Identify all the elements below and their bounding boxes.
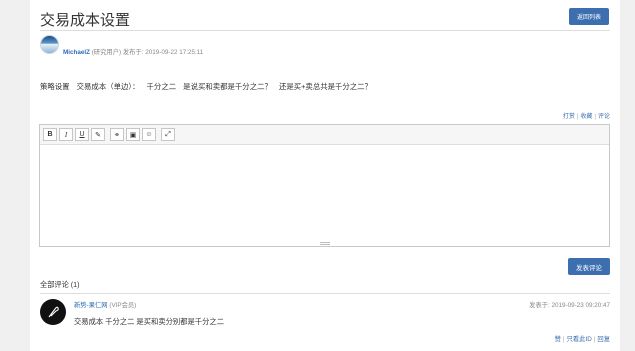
comment-content: 交易成本 千分之二 是买和卖分别都是千分之二 [74, 317, 224, 326]
reply-link[interactable]: 回复 [597, 336, 610, 343]
comment-link[interactable]: 评论 [598, 114, 610, 120]
editor-toolbar: B I U ✎ ⚭ ▣ ☺ ⤢ [40, 125, 609, 145]
fullscreen-icon[interactable]: ⤢ [161, 128, 175, 141]
post-meta: MichaelZ (研究用户) 发布于: 2019-09-22 17:25:11 [63, 47, 203, 56]
italic-icon[interactable]: I [59, 128, 73, 141]
post-body: 策略设置 交易成本（单边）： 千分之二 是说买和卖都是千分之二？ 还是买+卖总共… [40, 82, 372, 91]
submit-comment-button[interactable]: 发表评论 [568, 258, 610, 275]
commenter-role: (VIP会员) [109, 302, 137, 309]
comments-heading: 全部评论 (1) [40, 280, 80, 289]
author-avatar[interactable] [40, 35, 59, 54]
bold-icon[interactable]: B [43, 128, 57, 141]
back-to-list-button[interactable]: 返回列表 [569, 8, 609, 25]
only-this-id-link[interactable]: 只看此ID [567, 336, 592, 343]
divider [40, 30, 610, 31]
author-role: (研究用户) [91, 49, 122, 56]
author-name[interactable]: MichaelZ [63, 49, 90, 56]
page-title: 交易成本设置 [40, 12, 131, 29]
resize-handle[interactable] [320, 242, 330, 245]
favorite-link[interactable]: 收藏 [580, 114, 592, 120]
emoji-icon[interactable]: ☺ [142, 128, 156, 141]
comment-actions: 赞 | 只看此ID | 回复 [554, 336, 610, 343]
posted-time: 2019-09-22 17:25:11 [145, 49, 204, 56]
clear-format-icon[interactable]: ✎ [91, 128, 105, 141]
comment-editor[interactable]: B I U ✎ ⚭ ▣ ☺ ⤢ [39, 124, 610, 247]
logo-icon [48, 306, 59, 318]
link-icon[interactable]: ⚭ [110, 128, 124, 141]
commenter-avatar[interactable] [40, 299, 66, 325]
post-card: 交易成本设置 返回列表 MichaelZ (研究用户) 发布于: 2019-09… [30, 0, 620, 351]
underline-icon[interactable]: U [75, 128, 89, 141]
post-actions: 打赏 | 收藏 | 评论 [562, 114, 610, 120]
posted-prefix: 发布于: [122, 49, 144, 56]
like-link[interactable]: 赞 [555, 336, 561, 343]
commenter-name[interactable]: 新势-果仁网 [74, 302, 108, 309]
commenter-meta: 新势-果仁网 (VIP会员) [74, 300, 136, 309]
image-icon[interactable]: ▣ [126, 128, 140, 141]
tip-link[interactable]: 打赏 [563, 114, 575, 120]
comment-time: 发表于: 2019-09-23 09:20:47 [529, 302, 610, 309]
divider [40, 293, 610, 294]
